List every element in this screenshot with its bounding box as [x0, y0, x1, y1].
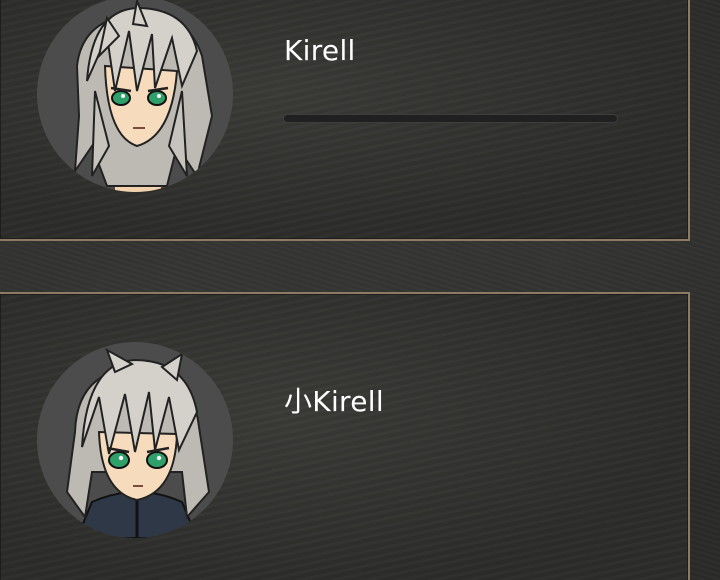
party-member-gauge: [284, 115, 617, 122]
party-member-panel-kirell[interactable]: Kirell: [0, 0, 690, 241]
party-member-panel-little-kirell[interactable]: 小Kirell: [0, 292, 690, 580]
party-member-name: Kirell: [284, 34, 356, 67]
party-member-name: 小Kirell: [284, 385, 384, 418]
kirell-child-portrait-icon: [37, 342, 233, 538]
kirell-portrait-icon: [37, 0, 233, 192]
